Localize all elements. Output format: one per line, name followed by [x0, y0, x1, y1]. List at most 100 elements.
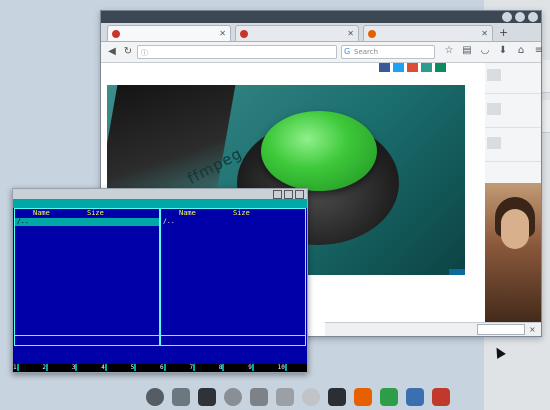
- close-window-button[interactable]: [528, 12, 538, 22]
- back-arrow-icon[interactable]: ◀: [105, 45, 119, 59]
- file-row[interactable]: [161, 241, 305, 249]
- terminal-icon[interactable]: [198, 388, 216, 406]
- file-row[interactable]: [15, 324, 159, 332]
- url-bar[interactable]: ⓘ: [137, 45, 337, 59]
- function-key[interactable]: 3: [72, 364, 101, 372]
- file-row[interactable]: [15, 294, 159, 302]
- mc-command-line[interactable]: [13, 357, 307, 364]
- search-input[interactable]: G Search: [341, 45, 435, 59]
- portrait-photo[interactable]: [485, 183, 541, 333]
- function-key[interactable]: 10: [278, 364, 307, 372]
- file-row[interactable]: [161, 317, 305, 325]
- toolbar-icons: ☆ ▤ ◡ ⬇ ⌂ ≡: [443, 45, 545, 57]
- col-size-header[interactable]: Size: [233, 209, 250, 217]
- file-row[interactable]: [15, 317, 159, 325]
- info-icon[interactable]: ⓘ: [141, 48, 148, 58]
- reload-icon[interactable]: ↻: [121, 45, 135, 59]
- file-row[interactable]: [15, 286, 159, 294]
- cookie-choice-button[interactable]: [477, 324, 525, 335]
- file-list: /..: [15, 217, 159, 340]
- twitter-icon[interactable]: [393, 63, 404, 72]
- tab-2[interactable]: ✕: [235, 25, 359, 41]
- clipboard-icon[interactable]: ▤: [461, 45, 473, 57]
- col-size-header[interactable]: Size: [87, 209, 104, 217]
- file-row[interactable]: [161, 233, 305, 241]
- file-row[interactable]: [161, 271, 305, 279]
- share-icon[interactable]: [421, 63, 432, 72]
- file-row[interactable]: [15, 226, 159, 234]
- file-row[interactable]: [161, 248, 305, 256]
- mc-right-panel[interactable]: Name Size /..: [160, 208, 306, 346]
- mc-minimize-button[interactable]: [273, 190, 282, 199]
- minimize-button[interactable]: [502, 12, 512, 22]
- firefox-icon[interactable]: [354, 388, 372, 406]
- function-key[interactable]: 4: [101, 364, 130, 372]
- power-icon[interactable]: [146, 388, 164, 406]
- file-row[interactable]: [15, 302, 159, 310]
- speaker-icon[interactable]: [302, 388, 320, 406]
- file-row[interactable]: [161, 302, 305, 310]
- spreadsheet-icon[interactable]: [380, 388, 398, 406]
- maximize-button[interactable]: [515, 12, 525, 22]
- file-row[interactable]: [161, 256, 305, 264]
- menu-icon[interactable]: ≡: [533, 45, 545, 57]
- new-tab-button[interactable]: +: [499, 26, 508, 39]
- file-row[interactable]: [161, 279, 305, 287]
- file-row[interactable]: [15, 264, 159, 272]
- function-key[interactable]: 1: [13, 364, 42, 372]
- download-icon[interactable]: ⬇: [497, 45, 509, 57]
- col-name-header[interactable]: Name: [33, 209, 50, 217]
- file-row[interactable]: [15, 256, 159, 264]
- file-row[interactable]: [161, 309, 305, 317]
- star-icon[interactable]: ☆: [443, 45, 455, 57]
- function-key[interactable]: 5: [131, 364, 160, 372]
- close-tab-icon[interactable]: ✕: [481, 29, 488, 38]
- close-tab-icon[interactable]: ✕: [347, 29, 354, 38]
- file-row[interactable]: [15, 309, 159, 317]
- home-icon[interactable]: ⌂: [515, 45, 527, 57]
- files-icon[interactable]: [406, 388, 424, 406]
- file-row[interactable]: [15, 248, 159, 256]
- file-row[interactable]: [15, 271, 159, 279]
- file-row[interactable]: [161, 226, 305, 234]
- pen-icon[interactable]: [172, 388, 190, 406]
- sidebar-item[interactable]: [485, 63, 541, 94]
- network-icon[interactable]: [432, 388, 450, 406]
- tab-1[interactable]: ✕: [107, 25, 231, 41]
- function-key[interactable]: 6: [160, 364, 189, 372]
- google-plus-icon[interactable]: [407, 63, 418, 72]
- file-row[interactable]: [161, 324, 305, 332]
- file-name: /..: [163, 217, 175, 225]
- monitor-icon[interactable]: [328, 388, 346, 406]
- cookie-close-icon[interactable]: ×: [529, 325, 536, 334]
- mc-maximize-button[interactable]: [284, 190, 293, 199]
- settings-icon[interactable]: [250, 388, 268, 406]
- mc-titlebar[interactable]: [13, 189, 307, 199]
- pocket-icon[interactable]: ◡: [479, 45, 491, 57]
- function-key[interactable]: 8: [219, 364, 248, 372]
- sidebar-item[interactable]: [485, 97, 541, 128]
- file-row[interactable]: [15, 233, 159, 241]
- function-key[interactable]: 9: [248, 364, 277, 372]
- file-row[interactable]: /..: [15, 217, 159, 226]
- whatsapp-icon[interactable]: [435, 63, 446, 72]
- sidebar-item[interactable]: [485, 131, 541, 162]
- file-row[interactable]: [161, 294, 305, 302]
- clock-icon[interactable]: [224, 388, 242, 406]
- mc-left-panel[interactable]: Name Size /..: [14, 208, 160, 346]
- facebook-icon[interactable]: [379, 63, 390, 72]
- file-row[interactable]: [161, 264, 305, 272]
- close-tab-icon[interactable]: ✕: [219, 29, 226, 38]
- function-key[interactable]: 7: [189, 364, 218, 372]
- mc-close-button[interactable]: [295, 190, 304, 199]
- window-titlebar[interactable]: [101, 11, 541, 23]
- col-name-header[interactable]: Name: [179, 209, 196, 217]
- file-row[interactable]: /..: [161, 217, 305, 226]
- printer-icon[interactable]: [276, 388, 294, 406]
- file-row[interactable]: [15, 279, 159, 287]
- tab-3[interactable]: ✕: [363, 25, 493, 41]
- mc-window-controls: [273, 190, 304, 199]
- function-key[interactable]: 2: [42, 364, 71, 372]
- file-row[interactable]: [161, 286, 305, 294]
- file-row[interactable]: [15, 241, 159, 249]
